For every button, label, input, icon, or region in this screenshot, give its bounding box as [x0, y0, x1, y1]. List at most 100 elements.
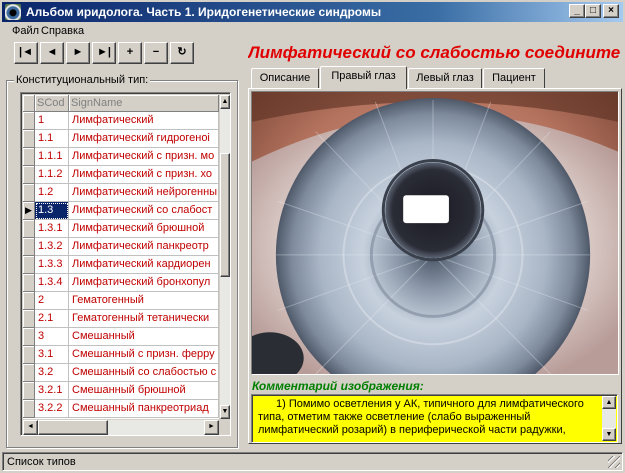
app-eye-icon[interactable] [5, 4, 21, 20]
cell-signname[interactable]: Лимфатический со слабост [69, 202, 219, 220]
cell-scod[interactable]: 3.2.2 [35, 400, 69, 418]
cell-scod[interactable]: 2.1 [35, 310, 69, 328]
refresh-button[interactable]: ↻ [170, 42, 194, 64]
comment-scrollbar[interactable]: ▲ ▼ [602, 396, 616, 441]
header-signname[interactable]: SignName [69, 95, 219, 112]
cell-scod[interactable]: 2 [35, 292, 69, 310]
insert-record-button[interactable]: + [118, 42, 142, 64]
grid-vertical-scrollbar[interactable]: ▲ ▼ [220, 95, 230, 419]
tab-right-eye[interactable]: Правый глаз [320, 66, 407, 89]
cell-scod[interactable]: 1 [35, 112, 69, 130]
cell-signname[interactable]: Смешанный [69, 328, 219, 346]
cell-scod[interactable]: 3 [35, 328, 69, 346]
row-indicator[interactable] [23, 328, 35, 346]
comment-memo[interactable]: 1) Помимо осветления у АК, типичного для… [251, 394, 618, 443]
cell-scod[interactable]: 1.3.1 [35, 220, 69, 238]
cell-scod[interactable]: 1.3 [35, 202, 69, 220]
table-row[interactable]: 1.2 Лимфатический нейрогенны [23, 184, 219, 202]
cell-signname[interactable]: Лимфатический нейрогенны [69, 184, 219, 202]
cell-signname[interactable]: Смешанный брюшной [69, 382, 219, 400]
menu-help[interactable]: Справка [41, 25, 84, 37]
cell-signname[interactable]: Смешанный панкреотриад [69, 400, 219, 418]
cell-signname[interactable]: Лимфатический [69, 112, 219, 130]
menu-file[interactable]: Файл [12, 25, 39, 37]
table-row[interactable]: 3.1 Смешанный с призн. ферру [23, 346, 219, 364]
tab-left-eye[interactable]: Левый глаз [408, 68, 482, 88]
table-row[interactable]: 3.2.1 Смешанный брюшной [23, 382, 219, 400]
hscroll-thumb[interactable] [38, 420, 108, 435]
header-scod[interactable]: SCod [35, 95, 69, 112]
grid-horizontal-scrollbar[interactable]: ◄ ► [23, 420, 219, 435]
prior-record-button[interactable]: ◄ [40, 42, 64, 64]
cell-scod[interactable]: 1.1.1 [35, 148, 69, 166]
cell-signname[interactable]: Лимфатический бронхопул [69, 274, 219, 292]
comment-scroll-up-icon[interactable]: ▲ [602, 396, 616, 409]
row-indicator[interactable] [23, 130, 35, 148]
table-row[interactable]: 1.1 Лимфатический гидрогеноі [23, 130, 219, 148]
cell-signname[interactable]: Гематогенный тетанически [69, 310, 219, 328]
table-row[interactable]: 3.2 Смешанный со слабостью с [23, 364, 219, 382]
minimize-button[interactable]: _ [569, 4, 585, 18]
row-indicator[interactable] [23, 292, 35, 310]
scroll-thumb[interactable] [220, 153, 230, 277]
cell-signname[interactable]: Смешанный со слабостью с [69, 364, 219, 382]
table-row[interactable]: 2 Гематогенный [23, 292, 219, 310]
table-row[interactable]: 1.1.2 Лимфатический с призн. хо [23, 166, 219, 184]
cell-signname[interactable]: Лимфатический панкреотр [69, 238, 219, 256]
scroll-left-arrow-icon[interactable]: ◄ [23, 420, 38, 435]
last-record-button[interactable]: ►| [92, 42, 116, 64]
table-row[interactable]: ▶ 1.3 Лимфатический со слабост [23, 202, 219, 220]
table-row[interactable]: 3 Смешанный [23, 328, 219, 346]
cell-scod[interactable]: 1.3.2 [35, 238, 69, 256]
table-row[interactable]: 1 Лимфатический [23, 112, 219, 130]
row-indicator[interactable] [23, 184, 35, 202]
row-indicator[interactable] [23, 310, 35, 328]
cell-signname[interactable]: Лимфатический с призн. хо [69, 166, 219, 184]
cell-signname[interactable]: Лимфатический гидрогеноі [69, 130, 219, 148]
first-record-button[interactable]: |◄ [14, 42, 38, 64]
resize-grip-icon[interactable] [608, 456, 620, 468]
row-indicator[interactable] [23, 166, 35, 184]
row-indicator[interactable] [23, 220, 35, 238]
next-record-button[interactable]: ► [66, 42, 90, 64]
cell-scod[interactable]: 1.1 [35, 130, 69, 148]
row-indicator[interactable] [23, 238, 35, 256]
table-row[interactable]: 1.3.2 Лимфатический панкреотр [23, 238, 219, 256]
cell-scod[interactable]: 1.2 [35, 184, 69, 202]
scroll-right-arrow-icon[interactable]: ► [204, 420, 219, 435]
delete-record-button[interactable]: − [144, 42, 168, 64]
row-indicator[interactable] [23, 346, 35, 364]
maximize-button[interactable]: □ [585, 4, 601, 18]
table-row[interactable]: 1.3.1 Лимфатический брюшной [23, 220, 219, 238]
table-row[interactable]: 3.2.2 Смешанный панкреотриад [23, 400, 219, 418]
row-indicator[interactable] [23, 274, 35, 292]
cell-signname[interactable]: Лимфатический кардиорен [69, 256, 219, 274]
row-indicator[interactable] [23, 256, 35, 274]
cell-signname[interactable]: Лимфатический брюшной [69, 220, 219, 238]
cell-scod[interactable]: 3.2.1 [35, 382, 69, 400]
cell-scod[interactable]: 1.3.3 [35, 256, 69, 274]
cell-signname[interactable]: Смешанный с призн. ферру [69, 346, 219, 364]
table-row[interactable]: 1.3.3 Лимфатический кардиорен [23, 256, 219, 274]
cell-scod[interactable]: 3.1 [35, 346, 69, 364]
cell-scod[interactable]: 3.2 [35, 364, 69, 382]
row-indicator[interactable] [23, 364, 35, 382]
cell-scod[interactable]: 1.3.4 [35, 274, 69, 292]
tab-patient[interactable]: Пациент [483, 68, 545, 88]
table-row[interactable]: 2.1 Гематогенный тетанически [23, 310, 219, 328]
row-indicator[interactable] [23, 382, 35, 400]
row-indicator[interactable] [23, 400, 35, 418]
close-button[interactable]: × [603, 4, 619, 18]
cell-signname[interactable]: Лимфатический с призн. мо [69, 148, 219, 166]
cell-scod[interactable]: 1.1.2 [35, 166, 69, 184]
row-indicator[interactable] [23, 112, 35, 130]
scroll-down-arrow-icon[interactable]: ▼ [220, 405, 230, 419]
cell-signname[interactable]: Гематогенный [69, 292, 219, 310]
scroll-up-arrow-icon[interactable]: ▲ [220, 95, 230, 109]
row-indicator[interactable] [23, 148, 35, 166]
comment-scroll-down-icon[interactable]: ▼ [602, 428, 616, 441]
table-row[interactable]: 1.3.4 Лимфатический бронхопул [23, 274, 219, 292]
tab-description[interactable]: Описание [251, 68, 319, 88]
current-record-indicator-icon[interactable]: ▶ [23, 202, 35, 220]
types-grid[interactable]: SCod SignName 1 Лимфатический 1.1 Лимфатиче… [20, 92, 231, 436]
